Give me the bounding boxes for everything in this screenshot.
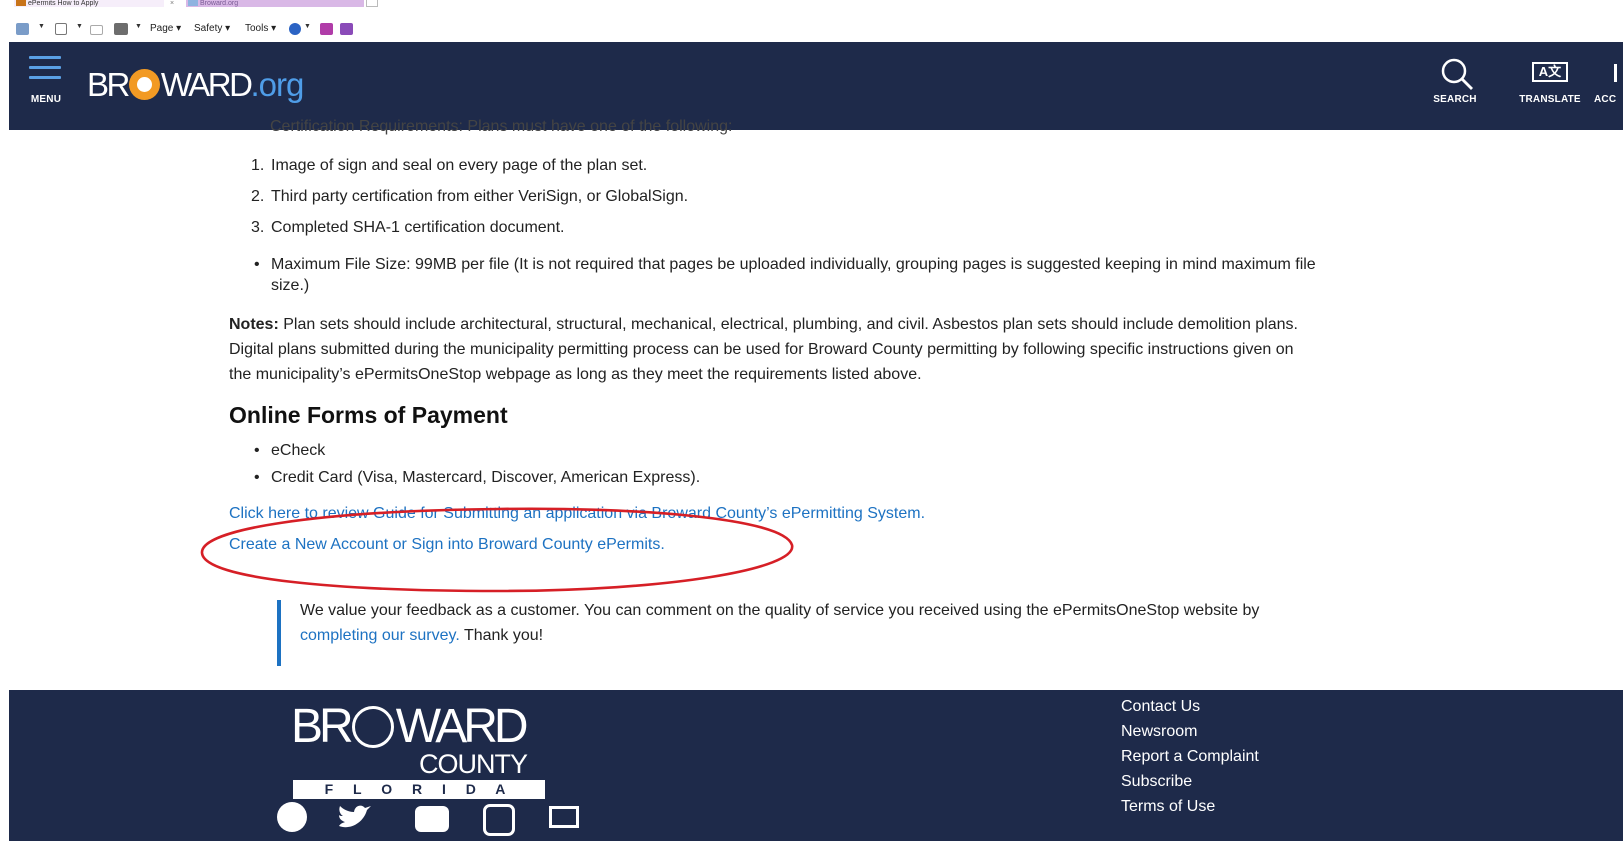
- hamburger-line: [29, 76, 61, 79]
- footer-link-report-complaint[interactable]: Report a Complaint: [1121, 748, 1259, 766]
- chevron-down-icon[interactable]: ▼: [38, 23, 45, 30]
- certification-requirements-text: Certification Requirements: Plans must h…: [270, 118, 733, 135]
- list-item: 1. Image of sign and seal on every page …: [251, 155, 647, 176]
- email-icon[interactable]: [549, 806, 579, 828]
- sun-logo-icon: [351, 706, 394, 748]
- list-item-text: Image of sign and seal on every page of …: [271, 157, 648, 174]
- social-icons: [267, 802, 587, 841]
- notes-paragraph: Notes: Plan sets should include architec…: [229, 314, 1298, 335]
- home-icon[interactable]: [16, 23, 29, 35]
- browser-tab-label: Broward.org: [200, 0, 239, 7]
- sun-logo-icon: [128, 69, 160, 100]
- notes-text-line2: Digital plans submitted during the munic…: [229, 341, 1294, 358]
- translate-icon: A文: [1532, 62, 1568, 82]
- accessibility-icon: [1614, 64, 1617, 82]
- footer-logo-state: F L O R I D A: [293, 780, 545, 799]
- mail-icon[interactable]: [90, 25, 103, 35]
- tools-menu[interactable]: Tools ▾: [245, 22, 276, 36]
- bullet-icon: •: [254, 469, 260, 486]
- list-item: 3. Completed SHA-1 certification documen…: [251, 217, 564, 238]
- facebook-icon[interactable]: [277, 802, 307, 832]
- print-icon[interactable]: [114, 23, 128, 35]
- broward-county-logo[interactable]: BR WARD COUNTY F L O R I D A: [291, 702, 553, 802]
- list-number: 2.: [251, 188, 265, 205]
- list-item: 2. Third party certification from either…: [251, 186, 688, 207]
- footer-logo-county: COUNTY: [419, 749, 528, 779]
- youtube-icon[interactable]: [415, 806, 449, 832]
- payment-item-echeck: eCheck: [271, 442, 326, 459]
- feedback-text: We value your feedback as a customer. Yo…: [300, 602, 1260, 619]
- feedback-text-line2: completing our survey. Thank you!: [300, 625, 543, 646]
- instagram-icon[interactable]: [483, 804, 515, 836]
- translate-label: TRANSLATE: [1519, 94, 1581, 105]
- safety-menu[interactable]: Safety ▾: [194, 22, 230, 36]
- footer-link-newsroom[interactable]: Newsroom: [1121, 723, 1197, 741]
- new-tab-button[interactable]: [366, 0, 378, 7]
- payment-heading: Online Forms of Payment: [229, 402, 508, 428]
- translate-button[interactable]: A文 TRANSLATE: [1514, 56, 1586, 106]
- list-item-text: Third party certification from either Ve…: [271, 188, 689, 205]
- search-label: SEARCH: [1433, 94, 1477, 105]
- tab-favicon-icon: [188, 0, 198, 6]
- max-file-size-text-cont: size.): [271, 277, 310, 294]
- footer-link-terms[interactable]: Terms of Use: [1121, 798, 1215, 816]
- max-file-size-text: Maximum File Size: 99MB per file (It is …: [271, 256, 1316, 273]
- survey-link[interactable]: completing our survey.: [300, 627, 460, 644]
- accessibility-button[interactable]: ACC: [1594, 56, 1623, 106]
- twitter-icon[interactable]: [337, 804, 371, 832]
- footer-link-contact-us[interactable]: Contact Us: [1121, 698, 1200, 716]
- search-icon: [1441, 58, 1473, 90]
- browser-tab-strip: ePermits How to Apply × Broward.org: [0, 0, 1623, 8]
- chevron-down-icon[interactable]: ▼: [135, 23, 142, 30]
- feeds-icon[interactable]: [55, 23, 67, 35]
- menu-button[interactable]: MENU: [27, 56, 65, 105]
- accessibility-label: ACC: [1594, 94, 1617, 105]
- list-number: 1.: [251, 157, 265, 174]
- site-footer: BR WARD COUNTY F L O R I D A Contact Us N…: [9, 690, 1623, 841]
- help-icon[interactable]: [289, 23, 301, 35]
- chevron-down-icon[interactable]: ▼: [76, 23, 83, 30]
- list-number: 3.: [251, 219, 265, 236]
- browser-tab-epermits[interactable]: ePermits How to Apply: [14, 0, 164, 7]
- feedback-callout-bar: [277, 600, 281, 666]
- hamburger-line: [29, 66, 61, 69]
- notes-text: Plan sets should include architectural, …: [278, 316, 1298, 333]
- list-item-text: Completed SHA-1 certification document.: [271, 219, 565, 236]
- research-icon[interactable]: [320, 23, 333, 35]
- browser-tab-broward[interactable]: Broward.org: [186, 0, 364, 7]
- payment-item-credit-card: Credit Card (Visa, Mastercard, Discover,…: [271, 469, 701, 486]
- bullet-icon: •: [254, 256, 260, 273]
- site-header: MENU BR WARD.org SEARCH A文 TRANSLATE ACC: [9, 42, 1623, 130]
- footer-link-subscribe[interactable]: Subscribe: [1121, 773, 1192, 791]
- notes-label: Notes:: [229, 316, 279, 333]
- broward-org-logo[interactable]: BR WARD.org: [87, 66, 304, 106]
- page-menu[interactable]: Page ▾: [150, 22, 181, 36]
- bullet-icon: •: [254, 442, 260, 459]
- tab-favicon-icon: [16, 0, 26, 6]
- footer-logo-text: BR WARD: [291, 700, 529, 753]
- annotation-ellipse: [200, 507, 794, 593]
- feedback-thanks: Thank you!: [459, 627, 544, 644]
- search-button[interactable]: SEARCH: [1427, 56, 1483, 106]
- browser-tab-label: ePermits How to Apply: [28, 0, 99, 7]
- browser-command-bar: ▼ ▼ ▼ Page ▾ Safety ▾ Tools ▾ ▼: [0, 8, 1623, 42]
- notes-text-line3: the municipality’s ePermitsOneStop webpa…: [229, 366, 922, 383]
- menu-label: MENU: [30, 94, 62, 105]
- tab-close-icon[interactable]: ×: [170, 0, 174, 7]
- translate-addon-icon[interactable]: [340, 23, 353, 35]
- chevron-down-icon[interactable]: ▼: [304, 23, 311, 30]
- hamburger-line: [29, 56, 61, 59]
